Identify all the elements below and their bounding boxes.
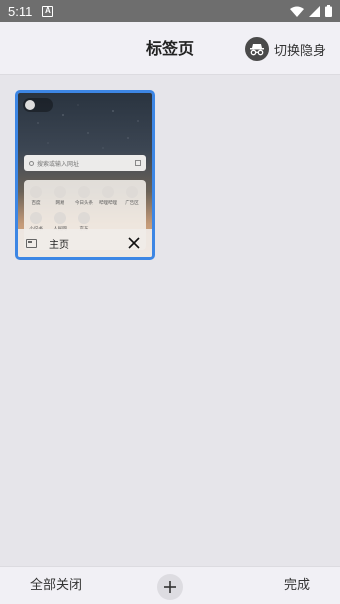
thumbnail-shortcut: 百度 bbox=[24, 186, 48, 206]
new-tab-button[interactable] bbox=[157, 574, 183, 600]
incognito-label: 切换隐身 bbox=[273, 43, 326, 59]
close-icon bbox=[128, 237, 140, 249]
wifi-icon bbox=[290, 6, 304, 17]
scan-icon bbox=[135, 160, 141, 166]
thumbnail-shortcut: 哔哩哔哩 bbox=[96, 186, 120, 206]
a-notification-icon: A bbox=[42, 5, 54, 17]
battery-icon bbox=[325, 5, 332, 17]
incognito-toggle-button[interactable]: 切换隐身 bbox=[244, 36, 326, 62]
thumbnail-shortcut: 今日头条 bbox=[72, 186, 96, 206]
close-tab-button[interactable] bbox=[126, 235, 142, 251]
tab-title: 主页 bbox=[49, 239, 69, 251]
header-bar: 标签页 切换隐身 bbox=[0, 22, 340, 75]
page-icon bbox=[26, 238, 37, 248]
signal-icon bbox=[309, 5, 320, 17]
thumbnail-search-placeholder: 搜索或输入网址 bbox=[37, 160, 80, 168]
thumbnail-shortcut: 网易 bbox=[48, 186, 72, 206]
done-button[interactable]: 完成 bbox=[284, 567, 310, 604]
search-icon bbox=[29, 160, 34, 166]
status-icons bbox=[290, 5, 332, 17]
thumbnail-search-bar: 搜索或输入网址 bbox=[24, 155, 146, 171]
close-all-button[interactable]: 全部关闭 bbox=[30, 567, 82, 604]
status-bar: 5:11 A bbox=[0, 0, 340, 22]
incognito-icon bbox=[244, 37, 269, 61]
plus-icon bbox=[164, 581, 176, 593]
thumbnail-shortcut: 广告区 bbox=[120, 186, 144, 206]
tab-card[interactable]: 搜索或输入网址 百度 网易 今日头条 哔哩哔哩 广告区 小说书 人民网 京东 主… bbox=[15, 90, 155, 260]
thumbnail-incognito-badge bbox=[23, 98, 53, 112]
status-time: 5:11 bbox=[8, 3, 33, 19]
tab-footer: 主页 bbox=[18, 229, 152, 257]
bottom-toolbar: 全部关闭 完成 bbox=[0, 566, 340, 604]
